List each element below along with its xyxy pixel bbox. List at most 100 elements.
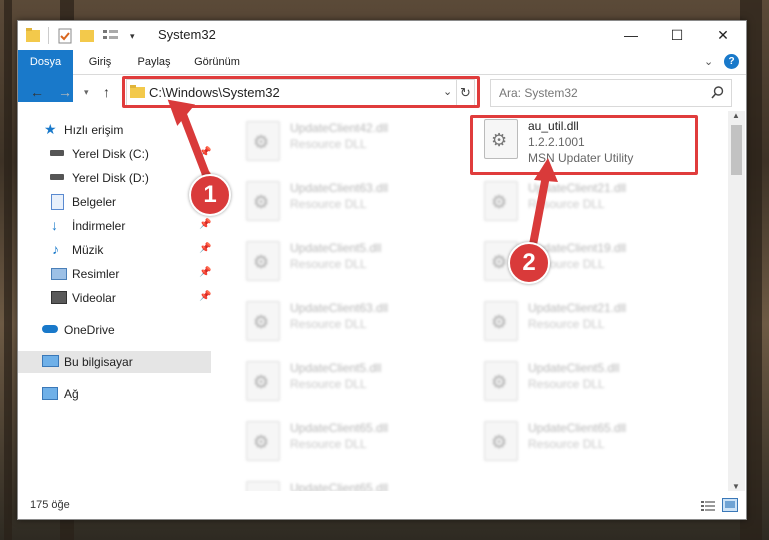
file-type: Resource DLL (528, 377, 605, 391)
list-item[interactable]: ⚙ UpdateClient65.dll Resource DLL (236, 475, 466, 491)
vertical-scrollbar[interactable]: ▲ ▼ (728, 111, 745, 491)
sidebar-item-label: Resimler (72, 267, 120, 281)
file-name: UpdateClient42.dll (290, 121, 389, 135)
list-item[interactable]: ⚙ UpdateClient42.dll Resource DLL (236, 115, 466, 167)
sidebar-item-label: Yerel Disk (C:) (72, 147, 149, 161)
tab-view[interactable]: Görünüm (188, 50, 246, 74)
file-name: UpdateClient63.dll (290, 301, 389, 315)
expand-ribbon-icon[interactable]: ⌄ (704, 55, 713, 68)
sidebar-item-this-pc[interactable]: Bu bilgisayar (18, 351, 211, 373)
list-item[interactable]: ⚙ UpdateClient21.dll Resource DLL (474, 295, 704, 347)
list-item[interactable]: ⚙ UpdateClient5.dll Resource DLL (236, 355, 466, 407)
view-options-icon[interactable] (102, 27, 120, 44)
file-type: Resource DLL (290, 197, 367, 211)
pin-icon[interactable]: 📌 (199, 243, 211, 254)
file-name: UpdateClient65.dll (528, 421, 627, 435)
file-name: UpdateClient5.dll (528, 361, 620, 375)
file-type: Resource DLL (290, 377, 367, 391)
star-icon: ★ (44, 121, 57, 137)
file-type: Resource DLL (290, 317, 367, 331)
explorer-window: ▾ System32 — ☐ ✕ Dosya Giriş Paylaş Görü… (17, 20, 747, 520)
dll-file-icon: ⚙ (484, 301, 518, 341)
dll-file-icon: ⚙ (246, 121, 280, 161)
sidebar-item-onedrive[interactable]: OneDrive (18, 319, 211, 341)
new-folder-icon[interactable] (80, 27, 94, 44)
dll-file-icon: ⚙ (484, 181, 518, 221)
minimize-button[interactable]: — (608, 21, 654, 50)
sidebar-item-label: Müzik (72, 243, 104, 257)
pin-icon[interactable]: 📌 (199, 291, 211, 302)
sidebar-item-music[interactable]: ♪ Müzik 📌 (18, 239, 211, 261)
dll-file-icon: ⚙ (246, 181, 280, 221)
tab-share[interactable]: Paylaş (130, 50, 178, 74)
sidebar-item-label: Ağ (64, 387, 79, 401)
file-name: UpdateClient21.dll (528, 301, 627, 315)
drive-icon (50, 150, 64, 156)
status-bar: 175 öğe (18, 493, 746, 519)
list-item[interactable]: ⚙ UpdateClient65.dll Resource DLL (474, 415, 704, 467)
recent-locations-icon[interactable]: ▾ (84, 87, 89, 98)
scroll-up-icon[interactable]: ▲ (732, 111, 740, 120)
file-name: UpdateClient65.dll (290, 481, 389, 491)
up-arrow-icon[interactable]: ↑ (103, 84, 110, 100)
list-item[interactable]: ⚙ UpdateClient63.dll Resource DLL (236, 295, 466, 347)
music-icon: ♪ (52, 241, 59, 257)
file-name: UpdateClient65.dll (290, 421, 389, 435)
customize-toolbar-icon[interactable]: ▾ (130, 31, 135, 48)
file-type: Resource DLL (528, 317, 605, 331)
dll-file-icon: ⚙ (246, 301, 280, 341)
close-button[interactable]: ✕ (700, 21, 746, 50)
list-item[interactable]: ⚙ UpdateClient65.dll Resource DLL (236, 415, 466, 467)
scroll-down-icon[interactable]: ▼ (732, 482, 740, 491)
file-type: Resource DLL (290, 257, 367, 271)
sidebar-item-videos[interactable]: Videolar 📌 (18, 287, 211, 309)
dll-file-icon: ⚙ (246, 481, 280, 491)
ribbon-tabs: Dosya Giriş Paylaş Görünüm ⌄ ? (18, 50, 746, 102)
back-arrow-icon[interactable]: ← (30, 84, 44, 100)
list-item[interactable]: ⚙ UpdateClient21.dll Resource DLL (474, 175, 704, 227)
maximize-button[interactable]: ☐ (654, 21, 700, 50)
sidebar-item-label: Hızlı erişim (64, 123, 124, 137)
network-icon (42, 387, 58, 400)
forward-arrow-icon[interactable]: → (58, 84, 72, 100)
help-icon[interactable]: ? (724, 54, 739, 69)
dll-file-icon: ⚙ (246, 241, 280, 281)
tab-home[interactable]: Giriş (80, 50, 120, 74)
sidebar-item-label: İndirmeler (72, 219, 126, 233)
dll-file-icon: ⚙ (246, 361, 280, 401)
properties-icon[interactable] (58, 27, 72, 44)
scroll-thumb[interactable] (731, 125, 742, 175)
search-box[interactable]: Ara: System32 (490, 79, 732, 107)
list-item[interactable]: ⚙ UpdateClient5.dll Resource DLL (474, 355, 704, 407)
file-name: UpdateClient5.dll (290, 241, 382, 255)
file-type: Resource DLL (290, 437, 367, 451)
pin-icon[interactable]: 📌 (199, 219, 211, 230)
pin-icon[interactable]: 📌 (199, 267, 211, 278)
large-icons-view-icon[interactable] (722, 498, 738, 512)
pictures-icon (51, 268, 67, 280)
documents-icon (51, 194, 64, 210)
drive-icon (50, 174, 64, 180)
folder-icon (26, 28, 40, 42)
sidebar-item-pictures[interactable]: Resimler 📌 (18, 263, 211, 285)
file-highlight-box (470, 115, 698, 175)
step-2-badge: 2 (508, 242, 550, 284)
sidebar-item-label: Belgeler (72, 195, 117, 209)
window-title: System32 (158, 27, 216, 42)
list-item[interactable]: ⚙ UpdateClient5.dll Resource DLL (236, 235, 466, 287)
details-view-icon[interactable] (700, 499, 716, 512)
sidebar-item-network[interactable]: Ağ (18, 383, 211, 405)
sidebar-item-label: Yerel Disk (D:) (72, 171, 149, 185)
sidebar-item-downloads[interactable]: ↓ İndirmeler 📌 (18, 215, 211, 237)
videos-icon (51, 291, 67, 304)
sidebar-item-label: OneDrive (64, 323, 115, 337)
file-name: UpdateClient5.dll (290, 361, 382, 375)
title-bar: ▾ System32 — ☐ ✕ (18, 21, 746, 50)
list-item[interactable]: ⚙ UpdateClient63.dll Resource DLL (236, 175, 466, 227)
sidebar-item-label: Videolar (72, 291, 116, 305)
dll-file-icon: ⚙ (484, 361, 518, 401)
file-type: Resource DLL (528, 437, 605, 451)
search-placeholder: Ara: System32 (499, 86, 578, 100)
search-icon[interactable] (711, 86, 724, 99)
computer-icon (42, 355, 59, 367)
